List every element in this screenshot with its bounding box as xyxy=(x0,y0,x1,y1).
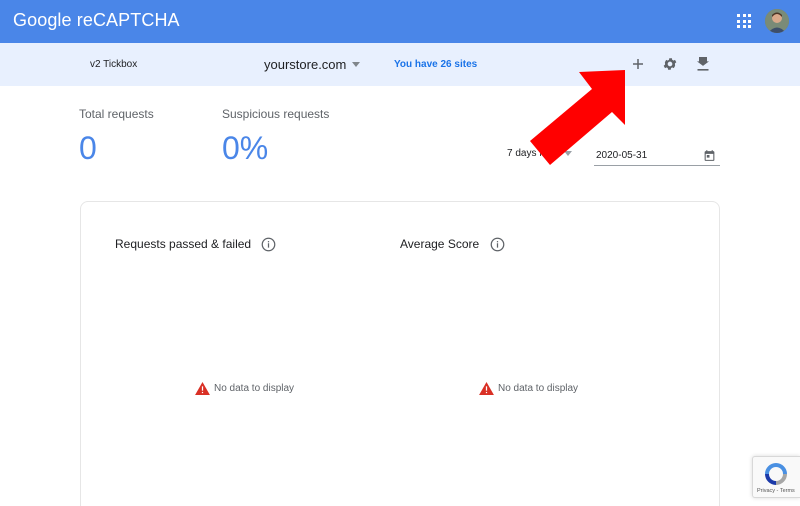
site-selector[interactable]: yourstore.com xyxy=(264,54,361,74)
average-score-empty: No data to display xyxy=(479,382,578,395)
passed-failed-empty: No data to display xyxy=(195,382,294,395)
average-score-title: Average Score xyxy=(400,237,480,251)
recaptcha-badge[interactable]: Privacy - Terms xyxy=(752,456,800,498)
total-requests-value: 0 xyxy=(79,130,97,166)
charts-card: Requests passed & failed Average Score N… xyxy=(80,201,720,506)
info-icon[interactable] xyxy=(490,237,505,252)
total-requests-label: Total requests xyxy=(79,107,154,121)
suspicious-requests-label: Suspicious requests xyxy=(222,107,330,121)
passed-failed-title: Requests passed & failed xyxy=(115,237,252,251)
info-icon[interactable] xyxy=(261,237,276,252)
settings-button[interactable] xyxy=(659,53,681,75)
empty-message: No data to display xyxy=(214,383,295,394)
sites-count-link[interactable]: You have 26 sites xyxy=(394,59,477,70)
site-name: yourstore.com xyxy=(264,56,347,72)
download-button[interactable] xyxy=(692,53,714,75)
gear-icon xyxy=(663,58,677,70)
app-brand[interactable]: Google reCAPTCHA xyxy=(13,10,180,31)
recaptcha-logo-icon xyxy=(765,463,787,485)
app-bar: Google reCAPTCHA xyxy=(0,0,800,43)
download-icon xyxy=(697,57,709,71)
warning-icon xyxy=(195,382,210,395)
empty-message: No data to display xyxy=(498,383,579,394)
site-toolbar: v2 Tickbox yourstore.com You have 26 sit… xyxy=(0,43,800,86)
chevron-down-icon xyxy=(352,61,361,67)
annotation-arrow-icon xyxy=(530,70,625,165)
apps-grid-icon[interactable] xyxy=(737,14,751,28)
calendar-icon[interactable] xyxy=(703,149,716,162)
suspicious-requests-value: 0% xyxy=(222,130,269,166)
avatar[interactable] xyxy=(765,9,789,33)
warning-icon xyxy=(479,382,494,395)
badge-links[interactable]: Privacy - Terms xyxy=(757,488,795,494)
key-type-label: v2 Tickbox xyxy=(90,59,138,70)
